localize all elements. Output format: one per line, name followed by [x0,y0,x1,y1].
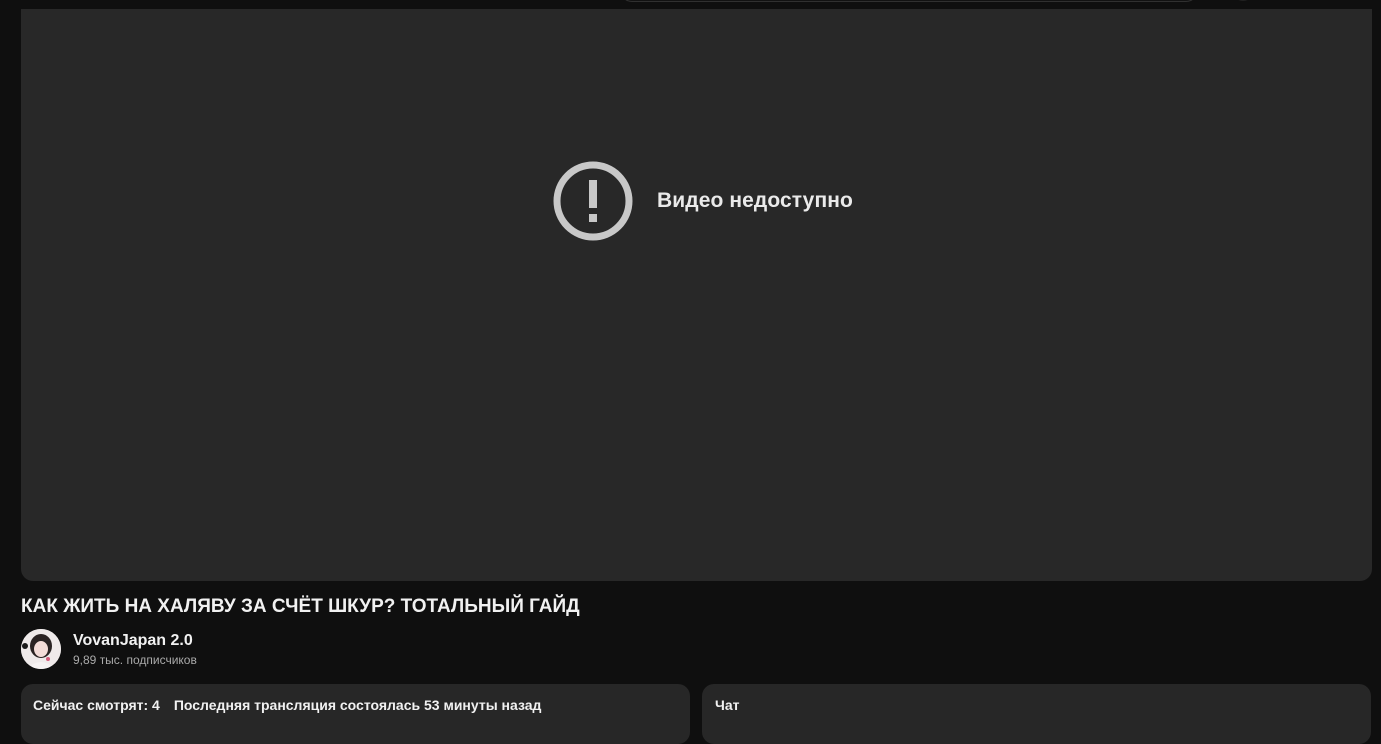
chat-label: Чат [715,697,740,713]
video-player[interactable]: Видео недоступно [21,9,1372,581]
error-message: Видео недоступно [657,189,853,212]
channel-owner: VovanJapan 2.0 9,89 тыс. подписчиков [21,629,197,669]
channel-avatar[interactable] [21,629,61,669]
video-title: КАК ЖИТЬ НА ХАЛЯВУ ЗА СЧЁТ ШКУР? ТОТАЛЬН… [21,596,580,617]
top-bar [0,0,1381,9]
exclamation-circle-icon [553,161,633,241]
player-error: Видео недоступно [553,161,853,241]
last-stream-time: Последняя трансляция состоялась 53 минут… [173,697,542,713]
search-bar[interactable] [620,0,1198,2]
subscriber-count: 9,89 тыс. подписчиков [73,653,197,667]
stream-info: Сейчас смотрят: 4 Последняя трансляция со… [33,697,541,713]
description-panel[interactable]: Сейчас смотрят: 4 Последняя трансляция со… [21,684,690,744]
viewers-now: Сейчас смотрят: 4 [33,697,160,713]
channel-name[interactable]: VovanJapan 2.0 [73,631,197,651]
chat-panel[interactable]: Чат [702,684,1371,744]
voice-search-button[interactable] [1232,0,1254,1]
